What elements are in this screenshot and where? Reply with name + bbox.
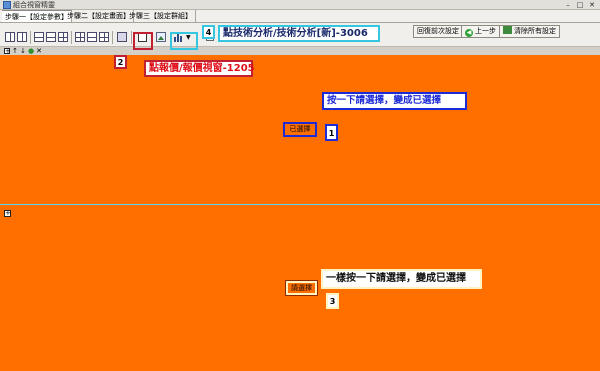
- picture-icon[interactable]: [156, 32, 166, 42]
- callout-label-technical: 點技術分析/技術分析[新]-3006: [218, 25, 380, 42]
- previous-step-label: 上一步: [475, 27, 496, 35]
- window-stack-icon[interactable]: [117, 32, 127, 42]
- arrow-up-icon[interactable]: ↑: [12, 48, 18, 55]
- layout-grid-icon[interactable]: [58, 32, 68, 42]
- callout-number-4: 4: [202, 25, 215, 39]
- toolbar-divider: [30, 31, 31, 44]
- toolbar-divider: [71, 31, 72, 44]
- window-controls: – □ ✕: [562, 0, 598, 10]
- callout-number-2: 2: [114, 55, 127, 69]
- callout-number-3: 3: [326, 293, 339, 309]
- toolbar-divider: [131, 31, 132, 44]
- callout-label-quote: 點報價/報價視窗-1205: [144, 60, 255, 77]
- layout-two-columns-icon[interactable]: [5, 32, 15, 42]
- layout-three-columns-icon[interactable]: [17, 32, 27, 42]
- title-bar: 組合視窗精靈 – □ ✕: [0, 0, 600, 10]
- clear-icon: [503, 26, 512, 34]
- minimize-icon[interactable]: –: [562, 0, 574, 10]
- callout-label-top: 按一下請選擇，變成已選擇: [322, 92, 467, 110]
- layout-three-rows-icon[interactable]: [46, 32, 56, 42]
- back-arrow-icon: ◀: [465, 29, 473, 37]
- step-tabs: 步驟一【設定參數】 步驟二【設定畫面】 步驟三【設定群組】: [0, 10, 600, 23]
- close-icon[interactable]: ✕: [586, 0, 598, 10]
- plus-icon[interactable]: +: [4, 48, 11, 55]
- plus-icon[interactable]: +: [4, 210, 11, 217]
- close-panel-icon[interactable]: ✕: [36, 48, 42, 55]
- callout-number-1: 1: [325, 124, 338, 141]
- arrow-down-icon[interactable]: ↓: [20, 48, 26, 55]
- layout-grid-a-icon[interactable]: [75, 32, 85, 42]
- settings-icon[interactable]: ●: [28, 48, 34, 55]
- layout-grid-c-icon[interactable]: [99, 32, 109, 42]
- toolbar-divider: [112, 31, 113, 44]
- callout-label-bottom: 一樣按一下請選擇，變成已選擇: [321, 269, 482, 289]
- tab-step-1[interactable]: 步驟一【設定參數】: [2, 10, 72, 22]
- clear-all-label: 清除所有設定: [514, 27, 556, 35]
- window-title: 組合視窗精靈: [13, 1, 55, 9]
- selected-button[interactable]: 已選擇: [283, 122, 317, 137]
- tab-step-3[interactable]: 步驟三【設定群組】: [126, 10, 196, 22]
- chevron-down-icon: ▼: [186, 34, 191, 41]
- layout-grid-b-icon[interactable]: [87, 32, 97, 42]
- previous-step-button[interactable]: ◀ 上一步: [461, 25, 500, 38]
- reset-previous-button[interactable]: 回復前次設定: [413, 25, 463, 38]
- quote-window-icon[interactable]: [138, 33, 147, 42]
- select-button[interactable]: 請選擇: [285, 280, 318, 296]
- clear-all-button[interactable]: 清除所有設定: [499, 25, 560, 38]
- layout-two-rows-icon[interactable]: [34, 32, 44, 42]
- panel-mini-toolbar: + ↑ ↓ ● ✕: [4, 47, 42, 55]
- maximize-icon[interactable]: □: [574, 0, 586, 10]
- app-icon: [3, 1, 11, 9]
- tab-step-2[interactable]: 步驟二【設定畫面】: [64, 10, 134, 22]
- technical-analysis-dropdown[interactable]: ▼: [173, 32, 193, 43]
- bar-chart-icon: [174, 33, 184, 42]
